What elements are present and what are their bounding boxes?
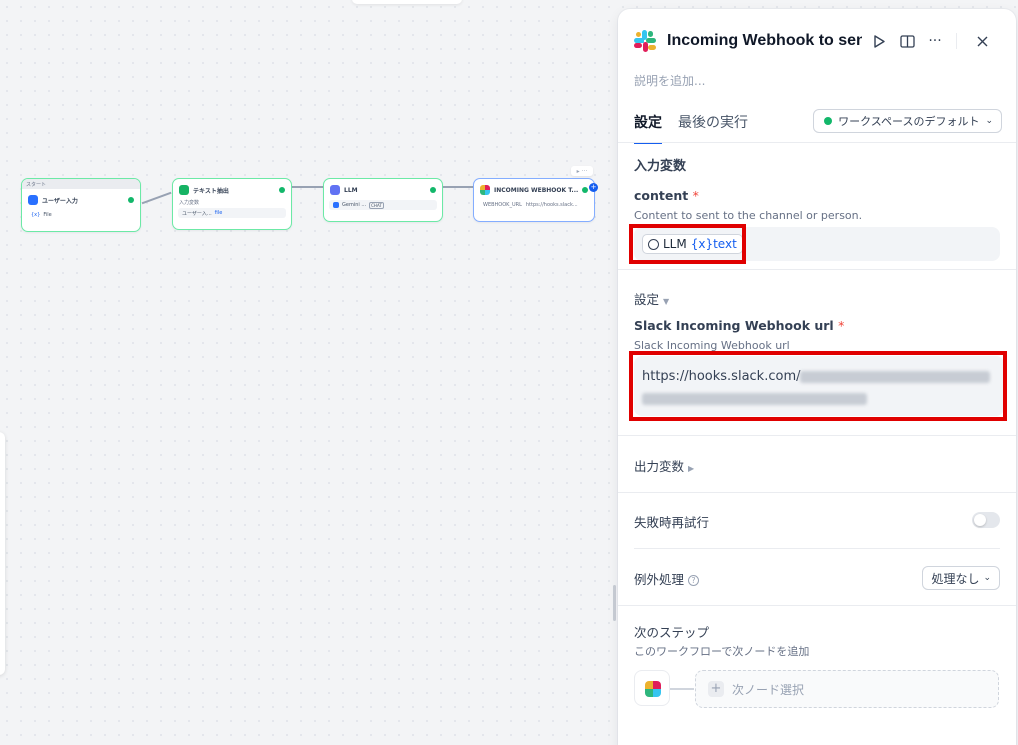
workspace-select[interactable]: ワークスペースのデフォルト ⌄ [813,109,1002,133]
annotation-highlight [629,351,1007,421]
settings-section-title[interactable]: 設定 ▼ [634,289,669,308]
next-step-title: 次のステップ [634,625,710,640]
node-param-value: https://hooks.slack... [525,202,578,208]
variable-icon: {x} [31,212,41,218]
node-start-bar: スタート [22,179,140,189]
divider [618,435,1016,436]
check-icon [279,187,285,193]
node-llm[interactable]: LLM Gemini ... CHAT [323,178,443,222]
content-desc: Content to sent to the channel or person… [634,209,863,222]
chevron-down-icon: ⌄ [983,573,991,583]
divider [618,142,1016,143]
node-var: File [43,212,52,218]
node-var-src: ユーザー入... [182,210,212,217]
slack-icon [634,670,670,706]
tab-last-run[interactable]: 最後の実行 [678,112,748,144]
user-icon [28,195,38,205]
node-title: INCOMING WEBHOOK T... [494,186,578,194]
chat-badge: CHAT [369,201,384,209]
node-slack[interactable]: INCOMING WEBHOOK T... WEBHOOK_URL https:… [473,178,595,222]
divider [618,269,1016,270]
llm-icon [330,185,340,195]
next-step-desc: このワークフローで次ノードを追加 [634,645,810,658]
tab-settings[interactable]: 設定 [634,112,662,144]
plus-icon: + [708,681,724,697]
panel-resize-handle[interactable] [613,585,616,621]
divider [618,492,1016,493]
book-icon[interactable] [896,30,918,52]
check-icon [582,187,588,193]
retry-title: 失敗時再試行 [634,515,710,530]
node-model: Gemini ... [342,202,367,208]
chevron-down-icon: ⌄ [985,116,993,126]
node-title: テキスト抽出 [193,187,229,195]
workspace-select-label: ワークスペースのデフォルト [838,115,980,128]
more-icon[interactable]: ··· [924,30,946,52]
divider [634,548,1000,549]
node-title: ユーザー入力 [42,197,78,205]
node-text-extract[interactable]: テキスト抽出 入力変数 ユーザー入... file [172,178,292,230]
node-sub: 入力変数 [179,200,200,206]
retry-toggle[interactable] [972,512,1000,528]
canvas-toolbar [352,0,462,4]
divider [618,605,1016,606]
input-vars-title: 入力変数 [634,159,687,174]
next-node-select[interactable]: + 次ノード選択 [695,670,999,708]
play-icon[interactable] [868,30,890,52]
exception-title: 例外処理? [634,569,700,588]
slack-logo-icon [634,30,656,52]
node-start[interactable]: スタート ユーザー入力 {x} File [21,178,141,232]
check-icon [128,197,134,203]
left-side-panel [0,432,5,675]
close-icon[interactable] [971,30,993,52]
exception-select[interactable]: 処理なし ⌄ [922,566,1000,590]
slack-icon [480,185,490,195]
annotation-highlight [629,224,746,264]
description-input[interactable]: 説明を追加... [634,72,705,89]
edge [292,186,323,188]
node-title: LLM [344,186,358,194]
edge [443,186,473,188]
check-icon [430,187,436,193]
node-var: file [214,210,223,216]
document-icon [179,185,189,195]
add-node-icon[interactable]: + [589,183,598,192]
url-label: Slack Incoming Webhook url * [634,318,845,333]
header-divider [956,33,957,49]
gemini-icon [333,202,339,208]
next-node-select-label: 次ノード選択 [732,682,805,697]
panel-title[interactable]: Incoming Webhook to sen [667,32,862,50]
node-param: WEBHOOK_URL [483,202,522,208]
status-dot [824,117,833,125]
output-vars-toggle[interactable]: 出力変数 ▶ [634,456,694,475]
exception-select-label: 処理なし [931,571,980,586]
connector-line [670,688,694,690]
node-toolbar[interactable]: ▸ ··· [571,166,593,176]
node-settings-panel: Incoming Webhook to sen ··· 説明を追加... 設定 … [618,9,1016,745]
content-label: content * [634,188,699,203]
help-icon[interactable]: ? [688,575,700,586]
